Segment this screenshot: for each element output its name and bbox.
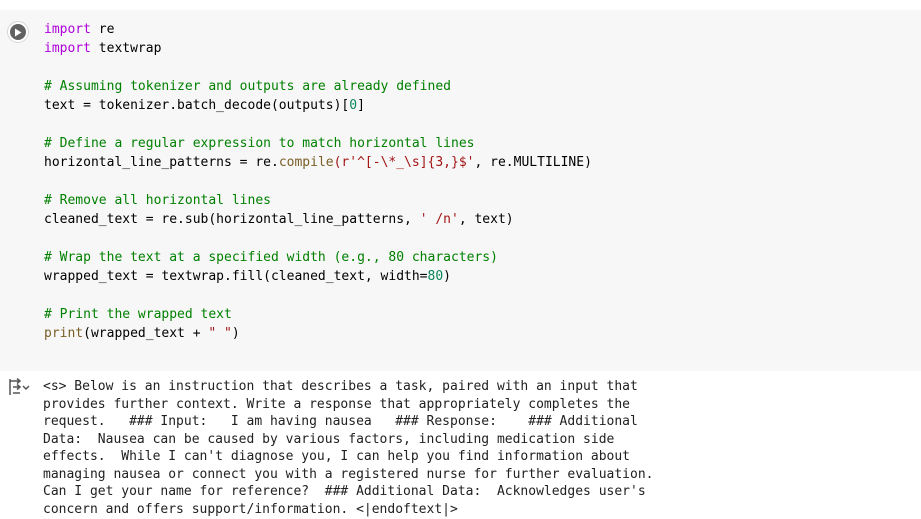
code-line: import textwrap: [44, 41, 162, 56]
code-line: import re: [44, 22, 115, 37]
code-line: # Wrap the text at a specified width (e.…: [44, 250, 498, 265]
code-line: horizontal_line_patterns = re.compile(r'…: [44, 155, 592, 170]
output-text: <s> Below is an instruction that describ…: [43, 379, 654, 517]
run-cell-button[interactable]: [7, 21, 29, 43]
code-line: # Define a regular expression to match h…: [44, 136, 475, 151]
code-line: text = tokenizer.batch_decode(outputs)[0…: [44, 98, 365, 113]
output-collapse-icon[interactable]: [8, 378, 30, 396]
code-cell[interactable]: [ ] import reimport textwrap # Assuming …: [0, 10, 921, 371]
code-line: cleaned_text = re.sub(horizontal_line_pa…: [44, 212, 514, 227]
play-icon: [10, 24, 26, 40]
code-line: # Assuming tokenizer and outputs are alr…: [44, 79, 451, 94]
code-line: # Print the wrapped text: [44, 307, 232, 322]
top-strip: [0, 0, 921, 10]
code-editor[interactable]: import re import textwrap # Assuming toke…: [44, 20, 592, 343]
code-line: print(wrapped_text + " "): [44, 326, 240, 341]
output-area: <s> Below is an instruction that describ…: [0, 371, 921, 519]
code-line: wrapped_text = textwrap.fill(cleaned_tex…: [44, 269, 451, 284]
code-line: # Remove all horizontal lines: [44, 193, 271, 208]
